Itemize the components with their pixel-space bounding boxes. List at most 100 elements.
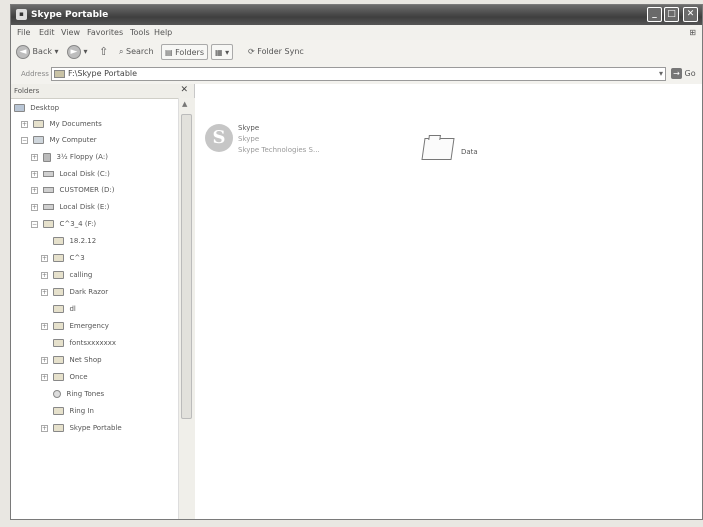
address-label: Address xyxy=(21,70,49,78)
maximize-button[interactable]: □ xyxy=(664,7,679,22)
tree-item-ring-tones[interactable]: Ring Tones xyxy=(41,388,104,401)
file-view: S Skype Skype Skype Technologies S... Da… xyxy=(195,84,702,519)
forward-button[interactable]: ► ▾ xyxy=(67,44,88,60)
menu-tools[interactable]: Tools xyxy=(130,28,150,37)
close-button[interactable]: ✕ xyxy=(683,7,698,22)
expand-icon[interactable]: + xyxy=(41,424,48,432)
tree-item-net-shop[interactable]: + Net Shop xyxy=(41,354,102,367)
folder-icon xyxy=(53,407,65,415)
windows-logo-icon: ⊞ xyxy=(689,28,696,37)
folder-sync-icon: ⟳ xyxy=(248,47,255,56)
folders-scrollbar[interactable]: ▲ xyxy=(178,98,195,519)
tree-item-floppy[interactable]: + 3½ Floppy (A:) xyxy=(31,151,108,164)
close-pane-icon[interactable]: ✕ xyxy=(180,85,188,95)
menu-edit[interactable]: Edit xyxy=(39,28,55,37)
back-arrow-icon: ◄ xyxy=(16,44,30,59)
folder-sync-button[interactable]: ⟳ Folder Sync xyxy=(248,44,304,60)
tree-item-local-disk-e[interactable]: + Local Disk (E:) xyxy=(31,201,109,214)
tree-item-local-disk-c[interactable]: + Local Disk (C:) xyxy=(31,168,110,181)
folder-icon xyxy=(53,373,65,381)
menu-file[interactable]: File xyxy=(17,28,30,37)
tree-item-skype-portable[interactable]: + Skype Portable xyxy=(41,422,122,435)
scroll-thumb[interactable] xyxy=(181,114,192,419)
file-item-skype[interactable]: S Skype Skype Skype Technologies S... xyxy=(205,124,345,164)
file-name: Skype xyxy=(238,124,260,132)
file-description: Skype xyxy=(238,135,260,143)
tree-item-emergency[interactable]: + Emergency xyxy=(41,320,109,333)
address-dropdown-icon[interactable]: ▾ xyxy=(659,68,663,80)
folder-icon xyxy=(53,288,65,296)
explorer-window: ▪ Skype Portable _ □ ✕ File Edit View Fa… xyxy=(10,4,703,520)
file-item-data[interactable]: Data xyxy=(421,135,503,168)
menu-help[interactable]: Help xyxy=(154,28,172,37)
collapse-icon[interactable]: − xyxy=(21,136,28,144)
folder-icon xyxy=(53,271,65,279)
floppy-icon xyxy=(43,152,52,162)
drive-icon xyxy=(43,187,55,193)
window-title: Skype Portable xyxy=(31,10,109,20)
tree-item-calling[interactable]: + calling xyxy=(41,269,92,282)
expand-icon[interactable]: + xyxy=(31,186,38,194)
toolbar: ◄ Back ▾ ► ▾ ⇧ ⌕ Search ▤ Folders ▦ ▾ ⟳ … xyxy=(11,40,702,65)
go-button[interactable]: → Go xyxy=(671,68,696,79)
address-input[interactable]: F:\Skype Portable ▾ xyxy=(51,67,666,81)
drive-icon xyxy=(43,220,55,228)
tree-item-my-computer[interactable]: − My Computer xyxy=(21,134,97,147)
back-dropdown-icon: ▾ xyxy=(54,47,59,56)
forward-dropdown-icon: ▾ xyxy=(83,47,88,56)
file-company: Skype Technologies S... xyxy=(238,146,320,154)
scroll-up-icon[interactable]: ▲ xyxy=(182,100,187,108)
tree-item-18-2-12[interactable]: 18.2.12 xyxy=(41,235,96,248)
drive-icon xyxy=(43,171,55,177)
title-bar[interactable]: ▪ Skype Portable _ □ ✕ xyxy=(11,5,702,25)
folders-pane-title: Folders xyxy=(14,87,40,95)
folders-icon: ▤ xyxy=(165,48,173,57)
folders-pane: Folders ✕ Desktop + My Documents − My Co… xyxy=(11,84,195,519)
tree-item-desktop[interactable]: Desktop xyxy=(14,102,59,115)
computer-icon xyxy=(33,136,45,144)
expand-icon[interactable]: + xyxy=(41,356,48,364)
menu-favorites[interactable]: Favorites xyxy=(87,28,123,37)
window-app-icon[interactable]: ▪ xyxy=(16,9,27,20)
tree-item-my-documents[interactable]: + My Documents xyxy=(21,118,102,131)
folders-button[interactable]: ▤ Folders xyxy=(161,44,208,60)
folder-icon xyxy=(53,322,65,330)
expand-icon[interactable]: + xyxy=(41,288,48,296)
back-button[interactable]: ◄ Back ▾ xyxy=(16,44,59,60)
desktop-icon xyxy=(14,104,25,112)
forward-arrow-icon: ► xyxy=(67,44,81,59)
tree-item-dark-razor[interactable]: + Dark Razor xyxy=(41,286,108,299)
tree-item-ring-in[interactable]: Ring In xyxy=(41,405,94,418)
address-bar: Address F:\Skype Portable ▾ → Go xyxy=(11,64,702,85)
views-button[interactable]: ▦ ▾ xyxy=(211,44,234,60)
tree-item-c3[interactable]: + C^3 xyxy=(41,252,85,265)
folder-icon xyxy=(53,237,65,245)
expand-icon[interactable]: + xyxy=(31,170,38,178)
folder-icon xyxy=(33,120,45,128)
folder-icon xyxy=(53,254,65,262)
up-folder-button[interactable]: ⇧ xyxy=(99,44,108,60)
search-button[interactable]: ⌕ Search xyxy=(119,44,154,60)
tree-item-dl[interactable]: dl xyxy=(41,303,76,316)
tree-item-drive-f[interactable]: − C^3_4 (F:) xyxy=(31,218,96,231)
menu-view[interactable]: View xyxy=(61,28,80,37)
go-arrow-icon: → xyxy=(671,68,682,79)
expand-icon[interactable]: + xyxy=(31,203,38,211)
collapse-icon[interactable]: − xyxy=(31,220,38,228)
expand-icon[interactable]: + xyxy=(41,254,48,262)
up-folder-icon: ⇧ xyxy=(99,45,109,58)
menu-bar: File Edit View Favorites Tools Help ⊞ xyxy=(11,25,702,41)
minimize-button[interactable]: _ xyxy=(647,7,662,22)
expand-icon[interactable]: + xyxy=(31,153,38,161)
views-icon: ▦ ▾ xyxy=(215,48,230,57)
expand-icon[interactable]: + xyxy=(41,373,48,381)
expand-icon[interactable]: + xyxy=(41,271,48,279)
expand-icon[interactable]: + xyxy=(41,322,48,330)
tree-item-fonts[interactable]: fontsxxxxxxx xyxy=(41,337,116,350)
folder-name: Data xyxy=(461,148,478,156)
expand-icon[interactable]: + xyxy=(21,120,28,128)
tree-item-once[interactable]: + Once xyxy=(41,371,88,384)
folder-icon xyxy=(53,424,65,432)
drive-icon xyxy=(43,204,55,210)
tree-item-customer-d[interactable]: + CUSTOMER (D:) xyxy=(31,184,114,197)
